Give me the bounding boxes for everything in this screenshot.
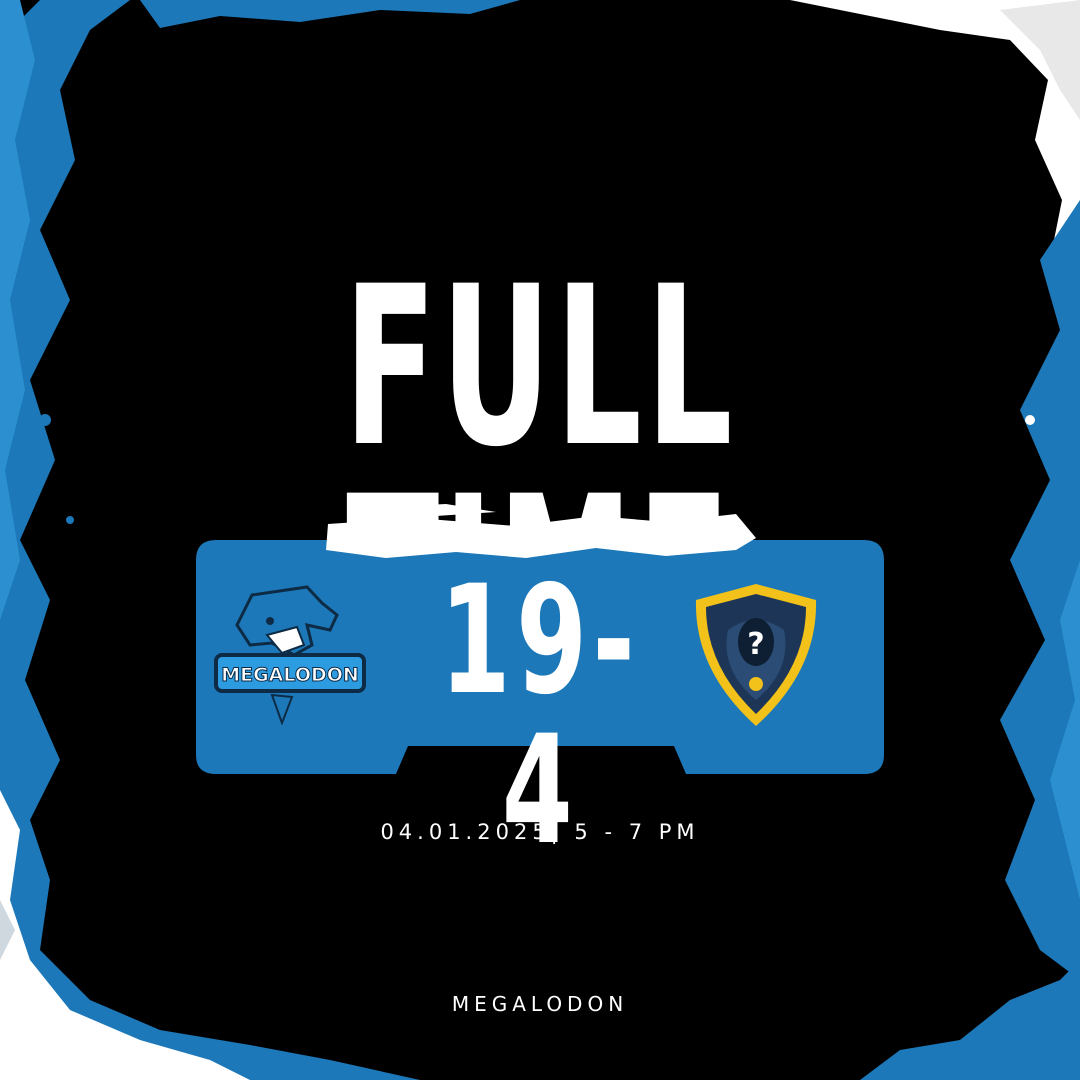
footer-team-name: MEGALODON xyxy=(451,992,629,1016)
home-logo-text: MEGALODON xyxy=(221,664,359,686)
match-meta: 04.01.2025| 5 - 7 PM xyxy=(380,820,700,844)
shark-mascot-icon: MEGALODON xyxy=(214,585,366,725)
mystery-shield-icon: ? xyxy=(695,584,817,726)
away-logo-text: ? xyxy=(747,627,764,662)
match-result-graphic: FULL TIME MEGALODON 19-4 ? 04.01.2025| 5… xyxy=(0,0,1080,1080)
